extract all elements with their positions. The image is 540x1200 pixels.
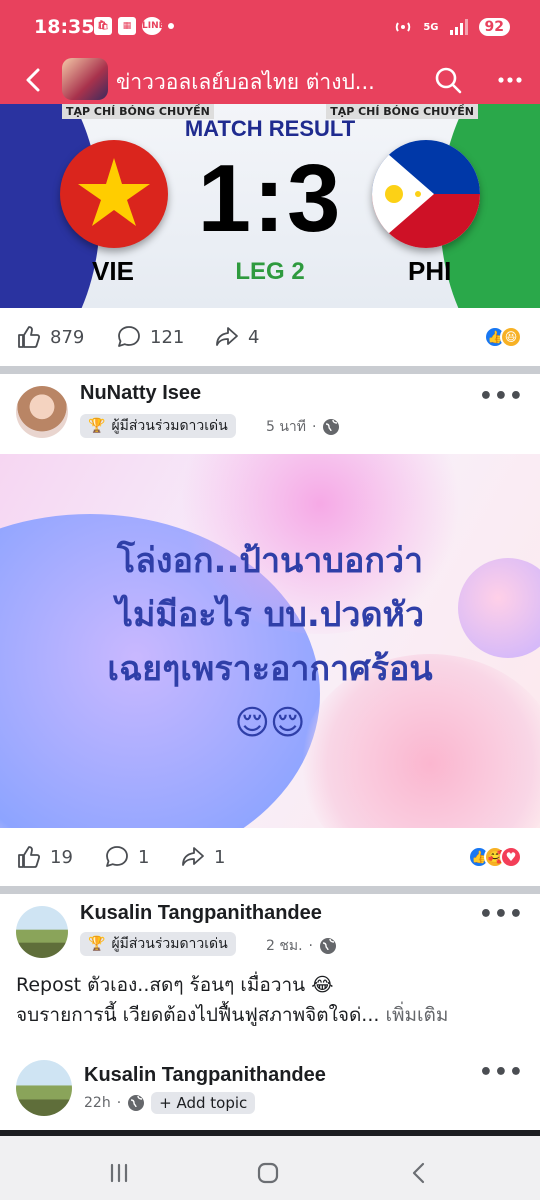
- like-icon: [18, 846, 41, 868]
- avatar[interactable]: [16, 386, 68, 438]
- shopee-icon: 🛍: [94, 17, 112, 35]
- post-text-line: เฉยๆเพราะอากาศร้อน: [107, 649, 433, 689]
- comment-icon: [118, 326, 140, 347]
- search-icon[interactable]: [432, 64, 464, 96]
- globe-icon: [323, 419, 340, 435]
- comment-button[interactable]: 1: [104, 844, 149, 870]
- badge-label: ผู้มีส่วนร่วมดาวเด่น: [111, 936, 228, 952]
- reaction-summary[interactable]: 👍 😆: [484, 326, 522, 348]
- group-header-bar: ข่าววอลเลย์บอลไทย ต่างป...: [0, 56, 540, 104]
- post-body: Repost ตัวเอง..สดๆ ร้อนๆ เมื่อวาน 😂 จบรา…: [16, 970, 526, 1030]
- back-arrow-icon[interactable]: [18, 64, 50, 96]
- post-text-line: โล่งอก..ป้านาบอกว่า: [116, 541, 424, 581]
- post-time[interactable]: 22h: [84, 1095, 111, 1111]
- comment-button[interactable]: 121: [116, 324, 184, 350]
- post-options-icon[interactable]: •••: [479, 1060, 524, 1085]
- app-icon: ▦: [118, 17, 136, 35]
- system-navigation-bar: [0, 1130, 540, 1200]
- separator-dot: ·: [312, 419, 317, 435]
- feed-divider: [0, 366, 540, 374]
- post-meta: 5 นาที ·: [266, 416, 340, 438]
- author-name[interactable]: NuNatty Isee: [80, 382, 201, 405]
- group-avatar[interactable]: [62, 58, 108, 100]
- see-more-link[interactable]: เพิ่มเติม: [385, 1004, 448, 1026]
- reaction-summary[interactable]: 👍 🥰 ♥: [468, 846, 522, 868]
- like-count: 879: [50, 326, 85, 348]
- more-notifications-dot: [168, 23, 174, 29]
- top-contributor-badge[interactable]: 🏆 ผู้มีส่วนร่วมดาวเด่น: [80, 932, 236, 956]
- like-button[interactable]: 879: [16, 324, 84, 350]
- post-options-icon[interactable]: •••: [479, 902, 524, 927]
- globe-icon: [320, 938, 336, 954]
- share-count: 4: [248, 326, 260, 348]
- share-count: 1: [214, 846, 226, 868]
- top-contributor-badge[interactable]: 🏆 ผู้มีส่วนร่วมดาวเด่น: [80, 414, 236, 438]
- status-time: 18:35: [34, 16, 95, 38]
- post-actions-bar: 19 1 1 👍 🥰 ♥: [0, 828, 540, 886]
- post-time[interactable]: 5 นาที: [266, 416, 306, 438]
- status-bar: 18:35 🛍 ▦ LINE 5G 92: [0, 0, 540, 56]
- separator-dot: ·: [116, 1095, 122, 1111]
- badge-label: ผู้มีส่วนร่วมดาวเด่น: [111, 418, 228, 434]
- post-header: NuNatty Isee 🏆 ผู้มีส่วนร่วมดาวเด่น 5 นา…: [0, 374, 540, 454]
- post-text: โล่งอก..ป้านาบอกว่า ไม่มีอะไร บบ.ปวดหัว …: [20, 534, 520, 750]
- team-right-label: PHI: [408, 256, 452, 286]
- post-text-line: Repost ตัวเอง..สดๆ ร้อนๆ เมื่อวาน 😂: [16, 974, 334, 996]
- more-options-icon[interactable]: [494, 64, 526, 96]
- post-header: Kusalin Tangpanithandee 22h · + Add topi…: [0, 1054, 540, 1134]
- line-icon: LINE: [142, 17, 165, 35]
- battery-indicator: 92: [478, 18, 510, 36]
- add-topic-button[interactable]: + Add topic: [151, 1092, 256, 1114]
- post-header: Kusalin Tangpanithandee 🏆 ผู้มีส่วนร่วมด…: [0, 894, 540, 974]
- notification-icons: 🛍 ▦ LINE: [94, 17, 174, 35]
- share-icon: [182, 847, 204, 866]
- leg-label: LEG 2: [235, 258, 305, 285]
- avatar[interactable]: [16, 1060, 72, 1116]
- trophy-icon: 🏆: [88, 418, 106, 434]
- colored-text-post[interactable]: โล่งอก..ป้านาบอกว่า ไม่มีอะไร บบ.ปวดหัว …: [0, 454, 540, 828]
- share-button[interactable]: 4: [214, 324, 259, 350]
- avatar[interactable]: [16, 906, 68, 958]
- author-name[interactable]: Kusalin Tangpanithandee: [80, 902, 322, 925]
- globe-icon: [128, 1095, 145, 1111]
- comment-icon: [106, 846, 128, 867]
- match-heading: MATCH RESULT: [184, 116, 356, 141]
- comment-count: 1: [138, 846, 150, 868]
- post-text-line: จบรายการนี้ เวียดต้องไปฟื้นฟูสภาพจิตใจด่…: [16, 1000, 526, 1030]
- haha-reaction-icon: 😆: [500, 326, 522, 348]
- like-count: 19: [50, 846, 73, 868]
- group-title[interactable]: ข่าววอลเลย์บอลไทย ต่างป...: [116, 66, 416, 99]
- recent-apps-icon[interactable]: [104, 1158, 134, 1188]
- post-text-line: 😌😌: [234, 703, 306, 743]
- share-icon: [216, 327, 238, 346]
- separator-dot: ·: [308, 938, 313, 954]
- love-reaction-icon: ♥: [500, 846, 522, 868]
- share-button[interactable]: 1: [180, 844, 225, 870]
- like-button[interactable]: 19: [16, 844, 73, 870]
- feed-divider: [0, 886, 540, 894]
- hotspot-icon: [396, 22, 411, 32]
- post-meta: 22h · + Add topic: [84, 1092, 256, 1114]
- trophy-icon: 🏆: [88, 936, 106, 952]
- philippines-flag-icon: [372, 140, 480, 248]
- network-label: 5G: [423, 21, 439, 33]
- post-meta: 2 ชม. ·: [266, 935, 337, 957]
- author-name[interactable]: Kusalin Tangpanithandee: [84, 1064, 326, 1087]
- post-actions-bar: 879 121 4 👍 😆: [0, 308, 540, 366]
- home-icon[interactable]: [253, 1158, 283, 1188]
- post-time[interactable]: 2 ชม.: [266, 935, 303, 957]
- post-text-truncated: จบรายการนี้ เวียดต้องไปฟื้นฟูสภาพจิตใจด่…: [16, 1004, 380, 1026]
- comment-count: 121: [150, 326, 185, 348]
- back-nav-icon[interactable]: [404, 1158, 434, 1188]
- signal-icon: [449, 19, 468, 35]
- post-text-line: ไม่มีอะไร บบ.ปวดหัว: [115, 595, 425, 635]
- match-result-image[interactable]: TẠP CHÍ BÓNG CHUYỀN TẠP CHÍ BÓNG CHUYỀN …: [0, 104, 540, 308]
- like-icon: [18, 326, 41, 348]
- post-options-icon[interactable]: •••: [479, 384, 524, 409]
